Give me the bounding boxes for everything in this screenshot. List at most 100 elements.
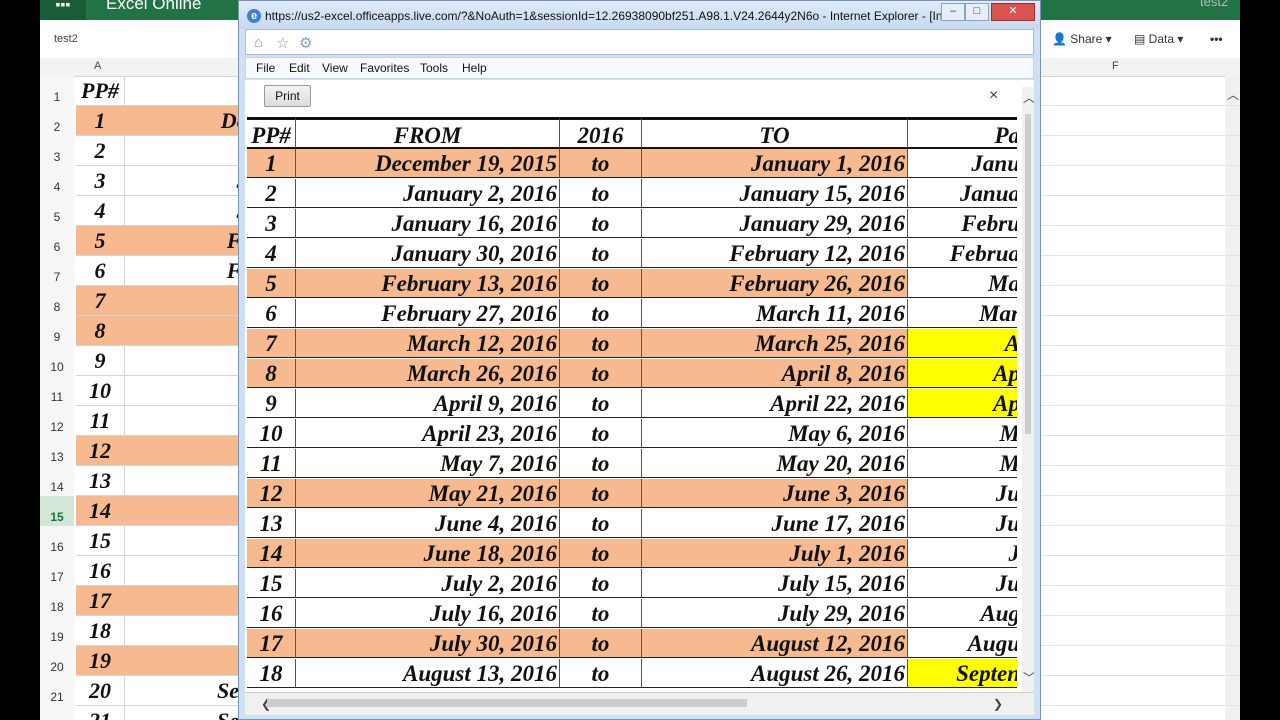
row-number[interactable]: 11 bbox=[40, 376, 74, 407]
menu-view[interactable]: View bbox=[322, 61, 348, 75]
sheet-cell-pp[interactable]: PP# bbox=[76, 76, 125, 106]
table-cell-pp: 13 bbox=[247, 509, 296, 538]
print-button[interactable]: Print bbox=[264, 85, 311, 107]
close-icon[interactable]: × bbox=[989, 87, 998, 105]
maximize-button[interactable]: □ bbox=[965, 3, 989, 21]
row-number[interactable]: 10 bbox=[40, 346, 74, 377]
table-cell-pp: 11 bbox=[247, 449, 296, 478]
table-cell-to: June 3, 2016 bbox=[642, 479, 908, 508]
table-cell-sep: to bbox=[560, 479, 642, 508]
table-cell-from: May 21, 2016 bbox=[296, 479, 560, 508]
sheet-vertical-scrollbar[interactable]: ︿ bbox=[1225, 76, 1240, 720]
home-icon[interactable]: ⌂ bbox=[254, 34, 263, 51]
menu-favorites[interactable]: Favorites bbox=[360, 61, 409, 75]
row-number[interactable]: 8 bbox=[40, 286, 74, 317]
pay-period-table: PP# FROM 2016 TO Pa 1December 19, 2015to… bbox=[247, 117, 1017, 692]
share-label: Share bbox=[1070, 32, 1103, 46]
ie-toolbar: ⌂ ☆ ⚙ bbox=[245, 29, 1034, 55]
table-cell-from: February 27, 2016 bbox=[296, 299, 560, 328]
table-cell-pay: Ap bbox=[908, 359, 1017, 388]
sheet-cell-pp[interactable]: 21 bbox=[76, 706, 125, 720]
row-number[interactable]: 1 bbox=[40, 76, 74, 107]
row-number[interactable]: 9 bbox=[40, 316, 74, 347]
row-number[interactable]: 17 bbox=[40, 556, 74, 587]
table-cell-from: July 2, 2016 bbox=[296, 569, 560, 598]
sheet-cell-pp[interactable]: 7 bbox=[76, 286, 125, 316]
table-cell-sep: to bbox=[560, 539, 642, 568]
row-number[interactable]: 16 bbox=[40, 526, 74, 557]
sheet-cell-pp[interactable]: 13 bbox=[76, 466, 125, 496]
settings-gear-icon[interactable]: ⚙ bbox=[299, 34, 312, 52]
sheet-cell-pp[interactable]: 19 bbox=[76, 646, 125, 676]
menu-tools[interactable]: Tools bbox=[420, 61, 448, 75]
row-number[interactable]: 15 bbox=[40, 496, 74, 527]
table-cell-from: February 13, 2016 bbox=[296, 269, 560, 298]
table-cell-to: February 12, 2016 bbox=[642, 239, 908, 268]
table-cell-sep: to bbox=[560, 269, 642, 298]
table-cell-sep: to bbox=[560, 149, 642, 178]
data-menu-button[interactable]: ▤ Data ▾ bbox=[1134, 32, 1183, 46]
share-button[interactable]: 👤 Share ▾ bbox=[1052, 32, 1112, 46]
sheet-cell-pp[interactable]: 3 bbox=[76, 166, 125, 196]
scroll-right-icon[interactable]: ❯ bbox=[993, 697, 1003, 711]
table-cell-from: July 30, 2016 bbox=[296, 629, 560, 658]
sheet-cell-pp[interactable]: 20 bbox=[76, 676, 125, 706]
sheet-cell-pp[interactable]: 15 bbox=[76, 526, 125, 556]
row-number[interactable]: 19 bbox=[40, 616, 74, 647]
favorites-star-icon[interactable]: ☆ bbox=[276, 34, 289, 52]
menu-file[interactable]: File bbox=[256, 61, 275, 75]
more-options-button[interactable]: ••• bbox=[1210, 32, 1223, 46]
row-number[interactable]: 21 bbox=[40, 676, 74, 707]
row-number[interactable]: 5 bbox=[40, 196, 74, 227]
sheet-cell-pp[interactable]: 10 bbox=[76, 376, 125, 406]
table-cell-to: July 15, 2016 bbox=[642, 569, 908, 598]
row-number[interactable]: 18 bbox=[40, 586, 74, 617]
ie-menu-bar: File Edit View Favorites Tools Help bbox=[245, 57, 1034, 79]
sheet-cell-pp[interactable]: 4 bbox=[76, 196, 125, 226]
row-number[interactable]: 14 bbox=[40, 466, 74, 497]
sheet-cell-pp[interactable]: 9 bbox=[76, 346, 125, 376]
row-number[interactable]: 6 bbox=[40, 226, 74, 257]
table-cell-to: May 6, 2016 bbox=[642, 419, 908, 448]
table-cell-to: August 12, 2016 bbox=[642, 629, 908, 658]
sheet-cell-pp[interactable]: 14 bbox=[76, 496, 125, 526]
minimize-button[interactable]: – bbox=[941, 3, 965, 21]
scroll-down-icon[interactable]: ﹀ bbox=[1023, 669, 1034, 686]
row-number[interactable]: 20 bbox=[40, 646, 74, 677]
sheet-cell-pp[interactable]: 2 bbox=[76, 136, 125, 166]
table-cell-pp: 1 bbox=[247, 149, 296, 178]
row-number[interactable]: 13 bbox=[40, 436, 74, 467]
sheet-cell-pp[interactable]: 18 bbox=[76, 616, 125, 646]
row-number[interactable]: 7 bbox=[40, 256, 74, 287]
sheet-cell-pp[interactable]: 8 bbox=[76, 316, 125, 346]
sheet-cell-pp[interactable]: 17 bbox=[76, 586, 125, 616]
row-number[interactable]: 3 bbox=[40, 136, 74, 167]
sheet-cell-pp[interactable]: 16 bbox=[76, 556, 125, 586]
row-number[interactable]: 2 bbox=[40, 106, 74, 137]
table-cell-pay: Septen bbox=[908, 659, 1017, 688]
row-number[interactable] bbox=[40, 706, 74, 720]
app-launcher-icon[interactable]: ▪▪▪ bbox=[40, 0, 86, 20]
menu-help[interactable]: Help bbox=[462, 61, 487, 75]
horizontal-scroll-thumb[interactable] bbox=[267, 699, 747, 707]
row-number[interactable]: 4 bbox=[40, 166, 74, 197]
sheet-cell-pp[interactable]: 12 bbox=[76, 436, 125, 466]
menu-edit[interactable]: Edit bbox=[289, 61, 310, 75]
table-cell-to: April 22, 2016 bbox=[642, 389, 908, 418]
scroll-up-icon[interactable]: ︿ bbox=[1023, 89, 1034, 106]
data-label: Data bbox=[1148, 32, 1175, 46]
window-close-button[interactable]: ✕ bbox=[991, 3, 1035, 21]
row-number[interactable]: 12 bbox=[40, 406, 74, 437]
table-cell-to: February 26, 2016 bbox=[642, 269, 908, 298]
vertical-scroll-thumb[interactable] bbox=[1025, 114, 1031, 434]
column-header-a[interactable]: A bbox=[94, 60, 101, 72]
sheet-cell-pp[interactable]: 6 bbox=[76, 256, 125, 286]
header-pp: PP# bbox=[247, 117, 296, 149]
sheet-cell-pp[interactable]: 1 bbox=[76, 106, 125, 136]
sheet-cell-pp[interactable]: 11 bbox=[76, 406, 125, 436]
table-cell-pp: 5 bbox=[247, 269, 296, 298]
table-cell-pay: M bbox=[908, 419, 1017, 448]
column-header-f[interactable]: F bbox=[1112, 60, 1119, 72]
scroll-up-icon[interactable]: ︿ bbox=[1227, 86, 1239, 103]
sheet-cell-pp[interactable]: 5 bbox=[76, 226, 125, 256]
